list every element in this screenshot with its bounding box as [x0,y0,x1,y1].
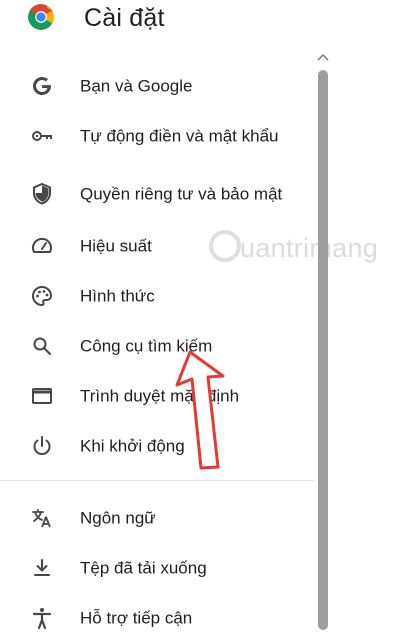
sidebar-item-label: Ngôn ngữ [80,508,156,528]
power-icon [29,433,55,459]
speedometer-icon [29,233,55,259]
translate-icon [29,505,55,531]
sidebar-item-label: Hình thức [80,286,155,306]
download-icon [29,555,55,581]
key-icon [29,123,55,149]
sidebar-item-label: Hiệu suất [80,236,152,256]
sidebar-item-you-and-google[interactable]: Bạn và Google [0,66,314,106]
sidebar-item-label: Hỗ trợ tiếp cận [80,608,193,628]
section-divider [0,480,314,481]
sidebar-item-languages[interactable]: Ngôn ngữ [0,498,314,538]
settings-header: Cài đặt [0,0,407,40]
sidebar-item-autofill[interactable]: Tự động điền và mật khẩu [0,116,314,156]
sidebar-item-on-startup[interactable]: Khi khởi động [0,426,314,466]
sidebar-item-label: Trình duyệt mặc định [80,386,240,406]
shield-icon [29,181,55,207]
sidebar-item-appearance[interactable]: Hình thức [0,276,314,316]
scroll-up-arrow-icon[interactable] [317,52,329,62]
sidebar-item-downloads[interactable]: Tệp đã tải xuống [0,548,314,588]
sidebar-item-accessibility[interactable]: Hỗ trợ tiếp cận [0,598,314,638]
sidebar-item-performance[interactable]: Hiệu suất [0,226,314,266]
palette-icon [29,283,55,309]
page-title: Cài đặt [84,4,165,32]
sidebar-item-label: Công cụ tìm kiếm [80,336,213,356]
scrollbar-thumb[interactable] [318,70,328,630]
chrome-icon [28,4,54,30]
sidebar-item-privacy[interactable]: Quyền riêng tư và bảo mật [0,170,314,218]
sidebar-item-label: Quyền riêng tư và bảo mật [80,184,283,204]
sidebar-item-default-browser[interactable]: Trình duyệt mặc định [0,376,314,416]
sidebar-item-label: Tệp đã tải xuống [80,558,207,578]
sidebar-item-search-engine[interactable]: Công cụ tìm kiếm [0,326,314,366]
search-icon [29,333,55,359]
google-g-icon [29,73,55,99]
browser-window-icon [29,383,55,409]
sidebar-item-label: Khi khởi động [80,436,185,456]
accessibility-icon [29,605,55,631]
sidebar-item-label: Bạn và Google [80,76,193,96]
sidebar-item-label: Tự động điền và mật khẩu [80,126,279,146]
